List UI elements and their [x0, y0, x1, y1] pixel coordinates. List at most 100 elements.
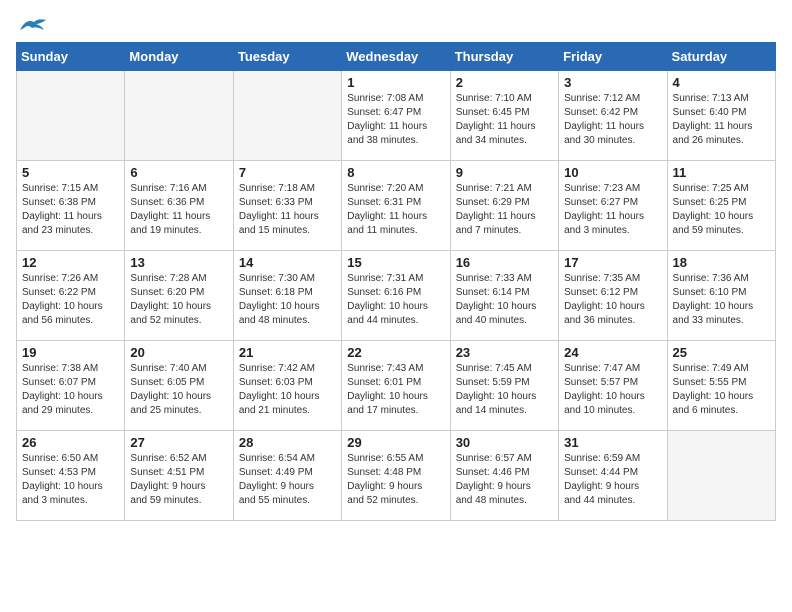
calendar-cell: 6 Sunrise: 7:16 AM Sunset: 6:36 PM Daylig… [125, 161, 233, 251]
day-number: 29 [347, 435, 444, 450]
day-number: 9 [456, 165, 553, 180]
day-number: 7 [239, 165, 336, 180]
day-number: 2 [456, 75, 553, 90]
cell-content: Sunrise: 7:25 AM Sunset: 6:25 PM Dayligh… [673, 182, 770, 238]
calendar-cell [667, 431, 775, 521]
calendar-cell: 27 Sunrise: 6:52 AM Sunset: 4:51 PM Dayli… [125, 431, 233, 521]
calendar-cell: 15 Sunrise: 7:31 AM Sunset: 6:16 PM Dayli… [342, 251, 450, 341]
col-header-sunday: Sunday [17, 43, 125, 71]
cell-content: Sunrise: 6:55 AM Sunset: 4:48 PM Dayligh… [347, 452, 444, 508]
day-number: 17 [564, 255, 661, 270]
calendar-cell: 13 Sunrise: 7:28 AM Sunset: 6:20 PM Dayli… [125, 251, 233, 341]
week-row-3: 12 Sunrise: 7:26 AM Sunset: 6:22 PM Dayli… [17, 251, 776, 341]
cell-content: Sunrise: 7:21 AM Sunset: 6:29 PM Dayligh… [456, 182, 553, 238]
calendar-cell: 17 Sunrise: 7:35 AM Sunset: 6:12 PM Dayli… [559, 251, 667, 341]
day-number: 11 [673, 165, 770, 180]
day-number: 31 [564, 435, 661, 450]
day-number: 1 [347, 75, 444, 90]
calendar-cell: 19 Sunrise: 7:38 AM Sunset: 6:07 PM Dayli… [17, 341, 125, 431]
cell-content: Sunrise: 7:49 AM Sunset: 5:55 PM Dayligh… [673, 362, 770, 418]
cell-content: Sunrise: 7:45 AM Sunset: 5:59 PM Dayligh… [456, 362, 553, 418]
day-number: 28 [239, 435, 336, 450]
cell-content: Sunrise: 7:35 AM Sunset: 6:12 PM Dayligh… [564, 272, 661, 328]
calendar-cell: 7 Sunrise: 7:18 AM Sunset: 6:33 PM Daylig… [233, 161, 341, 251]
day-number: 20 [130, 345, 227, 360]
calendar-cell: 14Sunrise: 7:30 AM Sunset: 6:18 PM Dayli… [233, 251, 341, 341]
calendar-cell: 22 Sunrise: 7:43 AM Sunset: 6:01 PM Dayli… [342, 341, 450, 431]
calendar-cell: 28 Sunrise: 6:54 AM Sunset: 4:49 PM Dayli… [233, 431, 341, 521]
day-number: 15 [347, 255, 444, 270]
calendar-cell: 10 Sunrise: 7:23 AM Sunset: 6:27 PM Dayli… [559, 161, 667, 251]
col-header-friday: Friday [559, 43, 667, 71]
cell-content: Sunrise: 7:38 AM Sunset: 6:07 PM Dayligh… [22, 362, 119, 418]
day-number: 19 [22, 345, 119, 360]
day-number: 13 [130, 255, 227, 270]
cell-content: Sunrise: 7:42 AM Sunset: 6:03 PM Dayligh… [239, 362, 336, 418]
cell-content: Sunrise: 7:08 AM Sunset: 6:47 PM Dayligh… [347, 92, 444, 148]
calendar-cell: 16 Sunrise: 7:33 AM Sunset: 6:14 PM Dayli… [450, 251, 558, 341]
col-header-wednesday: Wednesday [342, 43, 450, 71]
cell-content: Sunrise: 7:20 AM Sunset: 6:31 PM Dayligh… [347, 182, 444, 238]
day-number: 27 [130, 435, 227, 450]
calendar-cell: 8Sunrise: 7:20 AM Sunset: 6:31 PM Daylig… [342, 161, 450, 251]
day-number: 4 [673, 75, 770, 90]
calendar-cell: 12 Sunrise: 7:26 AM Sunset: 6:22 PM Dayli… [17, 251, 125, 341]
cell-content: Sunrise: 7:16 AM Sunset: 6:36 PM Dayligh… [130, 182, 227, 238]
day-number: 16 [456, 255, 553, 270]
page-header [16, 16, 776, 32]
calendar-cell: 18 Sunrise: 7:36 AM Sunset: 6:10 PM Dayli… [667, 251, 775, 341]
calendar-cell: 3 Sunrise: 7:12 AM Sunset: 6:42 PM Daylig… [559, 71, 667, 161]
calendar-cell: 4Sunrise: 7:13 AM Sunset: 6:40 PM Daylig… [667, 71, 775, 161]
week-row-4: 19 Sunrise: 7:38 AM Sunset: 6:07 PM Dayli… [17, 341, 776, 431]
day-number: 18 [673, 255, 770, 270]
col-header-tuesday: Tuesday [233, 43, 341, 71]
cell-content: Sunrise: 7:26 AM Sunset: 6:22 PM Dayligh… [22, 272, 119, 328]
cell-content: Sunrise: 6:52 AM Sunset: 4:51 PM Dayligh… [130, 452, 227, 508]
cell-content: Sunrise: 7:28 AM Sunset: 6:20 PM Dayligh… [130, 272, 227, 328]
week-row-2: 5Sunrise: 7:15 AM Sunset: 6:38 PM Daylig… [17, 161, 776, 251]
cell-content: Sunrise: 7:33 AM Sunset: 6:14 PM Dayligh… [456, 272, 553, 328]
calendar-cell: 26Sunrise: 6:50 AM Sunset: 4:53 PM Dayli… [17, 431, 125, 521]
calendar-cell: 1 Sunrise: 7:08 AM Sunset: 6:47 PM Daylig… [342, 71, 450, 161]
day-number: 10 [564, 165, 661, 180]
cell-content: Sunrise: 7:40 AM Sunset: 6:05 PM Dayligh… [130, 362, 227, 418]
cell-content: Sunrise: 6:54 AM Sunset: 4:49 PM Dayligh… [239, 452, 336, 508]
day-number: 23 [456, 345, 553, 360]
cell-content: Sunrise: 7:43 AM Sunset: 6:01 PM Dayligh… [347, 362, 444, 418]
day-number: 22 [347, 345, 444, 360]
day-number: 12 [22, 255, 119, 270]
cell-content: Sunrise: 7:47 AM Sunset: 5:57 PM Dayligh… [564, 362, 661, 418]
cell-content: Sunrise: 7:10 AM Sunset: 6:45 PM Dayligh… [456, 92, 553, 148]
calendar-cell: 30 Sunrise: 6:57 AM Sunset: 4:46 PM Dayli… [450, 431, 558, 521]
cell-content: Sunrise: 6:59 AM Sunset: 4:44 PM Dayligh… [564, 452, 661, 508]
calendar-cell: 20 Sunrise: 7:40 AM Sunset: 6:05 PM Dayli… [125, 341, 233, 431]
calendar-cell: 2 Sunrise: 7:10 AM Sunset: 6:45 PM Daylig… [450, 71, 558, 161]
day-number: 21 [239, 345, 336, 360]
calendar-cell: 31 Sunrise: 6:59 AM Sunset: 4:44 PM Dayli… [559, 431, 667, 521]
day-number: 5 [22, 165, 119, 180]
calendar-cell [17, 71, 125, 161]
cell-content: Sunrise: 7:23 AM Sunset: 6:27 PM Dayligh… [564, 182, 661, 238]
calendar-cell: 11 Sunrise: 7:25 AM Sunset: 6:25 PM Dayli… [667, 161, 775, 251]
week-row-5: 26Sunrise: 6:50 AM Sunset: 4:53 PM Dayli… [17, 431, 776, 521]
calendar-table: SundayMondayTuesdayWednesdayThursdayFrid… [16, 42, 776, 521]
col-header-monday: Monday [125, 43, 233, 71]
week-row-1: 1 Sunrise: 7:08 AM Sunset: 6:47 PM Daylig… [17, 71, 776, 161]
logo [16, 16, 48, 32]
cell-content: Sunrise: 7:36 AM Sunset: 6:10 PM Dayligh… [673, 272, 770, 328]
calendar-cell: 5Sunrise: 7:15 AM Sunset: 6:38 PM Daylig… [17, 161, 125, 251]
cell-content: Sunrise: 6:50 AM Sunset: 4:53 PM Dayligh… [22, 452, 119, 508]
calendar-cell: 9 Sunrise: 7:21 AM Sunset: 6:29 PM Daylig… [450, 161, 558, 251]
day-number: 24 [564, 345, 661, 360]
cell-content: Sunrise: 6:57 AM Sunset: 4:46 PM Dayligh… [456, 452, 553, 508]
cell-content: Sunrise: 7:31 AM Sunset: 6:16 PM Dayligh… [347, 272, 444, 328]
calendar-cell: 29 Sunrise: 6:55 AM Sunset: 4:48 PM Dayli… [342, 431, 450, 521]
day-number: 6 [130, 165, 227, 180]
cell-content: Sunrise: 7:12 AM Sunset: 6:42 PM Dayligh… [564, 92, 661, 148]
calendar-cell: 24 Sunrise: 7:47 AM Sunset: 5:57 PM Dayli… [559, 341, 667, 431]
cell-content: Sunrise: 7:18 AM Sunset: 6:33 PM Dayligh… [239, 182, 336, 238]
calendar-cell: 21 Sunrise: 7:42 AM Sunset: 6:03 PM Dayli… [233, 341, 341, 431]
day-number: 30 [456, 435, 553, 450]
col-header-thursday: Thursday [450, 43, 558, 71]
day-number: 3 [564, 75, 661, 90]
